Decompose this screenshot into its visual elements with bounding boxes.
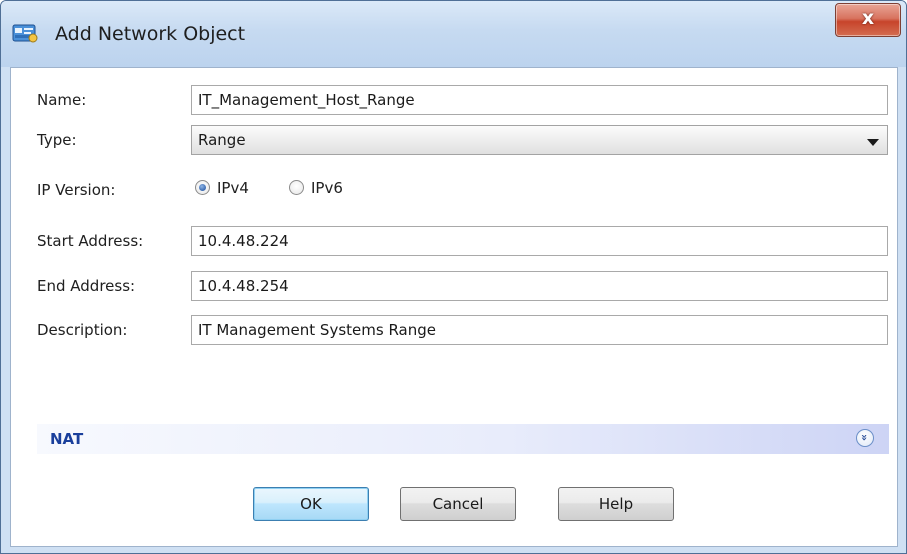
ipv4-radio[interactable] [195, 180, 210, 195]
end-address-label: End Address: [37, 277, 136, 295]
title-bar[interactable]: Add Network Object x [1, 1, 906, 67]
cancel-button[interactable]: Cancel [400, 487, 516, 521]
radio-selected-dot [199, 184, 206, 191]
add-network-object-dialog: Add Network Object x Name: Type: Range I… [0, 0, 907, 554]
dialog-body: Name: Type: Range IP Version: IPv4 IPv6 … [10, 67, 898, 547]
type-select[interactable]: Range [191, 125, 888, 155]
nat-section-header[interactable]: NAT » [37, 424, 889, 454]
name-field[interactable] [191, 85, 888, 115]
dialog-title: Add Network Object [55, 23, 246, 45]
description-field[interactable] [191, 315, 888, 345]
ipv6-radio[interactable] [289, 180, 304, 195]
ipv6-label[interactable]: IPv6 [311, 178, 343, 198]
expand-icon[interactable]: » [856, 429, 874, 447]
ok-button[interactable]: OK [253, 487, 369, 521]
ipv4-label[interactable]: IPv4 [217, 178, 249, 198]
chevron-down-icon [867, 139, 879, 146]
nat-label: NAT [50, 430, 84, 448]
type-label: Type: [37, 131, 77, 149]
end-address-field[interactable] [191, 271, 888, 301]
close-icon: x [861, 7, 875, 29]
network-object-icon [11, 21, 39, 45]
name-label: Name: [37, 91, 87, 109]
start-address-field[interactable] [191, 226, 888, 256]
ip-version-label: IP Version: [37, 181, 116, 199]
description-label: Description: [37, 321, 128, 339]
start-address-label: Start Address: [37, 232, 144, 250]
help-button[interactable]: Help [558, 487, 674, 521]
expand-glyph: » [858, 433, 872, 442]
type-selected-value: Range [198, 131, 246, 149]
close-button[interactable]: x [835, 3, 901, 37]
